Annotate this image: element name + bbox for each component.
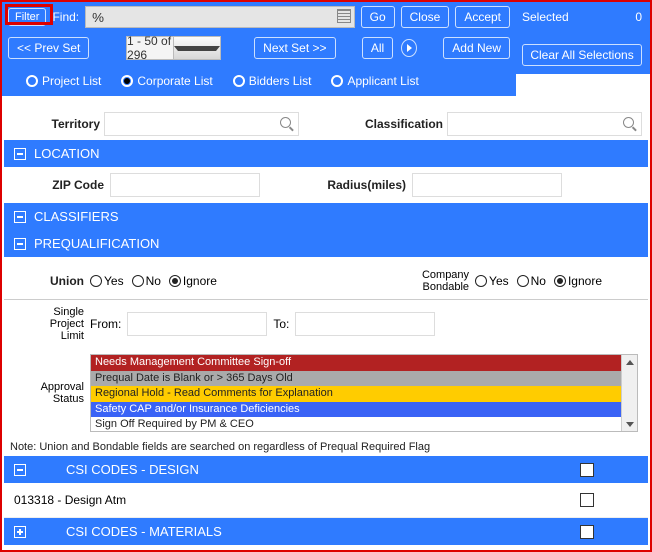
filter-button[interactable]: Filter	[8, 8, 46, 26]
csi-materials-checkbox[interactable]	[580, 525, 594, 539]
find-input[interactable]	[85, 6, 354, 28]
union-options: Yes No Ignore	[90, 274, 217, 288]
list-item[interactable]: Needs Management Committee Sign-off	[91, 355, 621, 371]
union-ignore[interactable]: Ignore	[169, 274, 217, 288]
find-label: Find:	[52, 10, 79, 24]
go-button[interactable]: Go	[361, 6, 395, 28]
chevron-down-icon	[173, 37, 220, 59]
to-label: To:	[273, 317, 289, 331]
collapse-icon	[14, 238, 26, 250]
section-location[interactable]: LOCATION	[4, 140, 648, 167]
radius-label: Radius(miles)	[266, 178, 406, 192]
bondable-ignore[interactable]: Ignore	[554, 274, 602, 288]
pager-dropdown[interactable]: 1 - 50 of 296	[126, 36, 221, 60]
search-icon[interactable]	[623, 117, 637, 131]
csi-row-checkbox[interactable]	[580, 493, 594, 507]
scroll-down-icon[interactable]	[622, 417, 637, 431]
union-label: Union	[14, 274, 84, 288]
spl-from-input[interactable]	[127, 312, 267, 336]
collapse-icon	[14, 148, 26, 160]
territory-input[interactable]	[104, 112, 299, 136]
expand-icon	[14, 526, 26, 538]
list-type-tabs: Project List Corporate List Bidders List…	[2, 68, 516, 96]
classification-input[interactable]	[447, 112, 642, 136]
list-item[interactable]: Safety CAP and/or Insurance Deficiencies	[91, 402, 621, 418]
collapse-icon	[14, 464, 26, 476]
search-icon[interactable]	[280, 117, 294, 131]
section-prequalification[interactable]: PREQUALIFICATION	[4, 230, 648, 257]
union-no[interactable]: No	[132, 274, 161, 288]
zip-label: ZIP Code	[14, 178, 104, 192]
add-new-button[interactable]: Add New	[443, 37, 510, 59]
classification-label: Classification	[303, 117, 443, 131]
section-csi-design[interactable]: CSI CODES - DESIGN	[4, 456, 648, 483]
from-label: From:	[90, 317, 121, 331]
selection-panel: Selected 0 Clear All Selections	[514, 2, 650, 74]
bondable-no[interactable]: No	[517, 274, 546, 288]
bondable-options: Yes No Ignore	[475, 274, 602, 288]
close-button[interactable]: Close	[401, 6, 450, 28]
union-yes[interactable]: Yes	[90, 274, 124, 288]
tab-corporate-list[interactable]: Corporate List	[121, 74, 212, 88]
zip-input[interactable]	[110, 173, 260, 197]
territory-label: Territory	[10, 117, 100, 131]
prev-set-button[interactable]: << Prev Set	[8, 37, 89, 59]
scroll-up-icon[interactable]	[622, 355, 637, 369]
play-icon[interactable]	[401, 39, 417, 57]
tab-project-list[interactable]: Project List	[26, 74, 101, 88]
spl-label: Single Project Limit	[14, 306, 84, 342]
all-button[interactable]: All	[362, 37, 393, 59]
list-item[interactable]: Sign Off Required by PM & CEO	[91, 417, 621, 431]
collapse-icon	[14, 211, 26, 223]
csi-design-checkbox[interactable]	[580, 463, 594, 477]
list-icon[interactable]	[337, 9, 351, 23]
tab-bidders-list[interactable]: Bidders List	[233, 74, 312, 88]
list-item[interactable]: Prequal Date is Blank or > 365 Days Old	[91, 371, 621, 387]
csi-code-label: 013318 - Design Atm	[14, 493, 580, 507]
csi-row: 013318 - Design Atm	[4, 483, 648, 518]
clear-selections-button[interactable]: Clear All Selections	[522, 44, 642, 66]
nav-toolbar: << Prev Set 1 - 50 of 296 Next Set >> Al…	[2, 32, 516, 68]
section-csi-materials[interactable]: CSI CODES - MATERIALS	[4, 518, 648, 545]
prequal-note: Note: Union and Bondable fields are sear…	[4, 438, 648, 456]
selected-label: Selected	[522, 10, 569, 24]
radius-input[interactable]	[412, 173, 562, 197]
list-item[interactable]: Regional Hold - Read Comments for Explan…	[91, 386, 621, 402]
tab-applicant-list[interactable]: Applicant List	[331, 74, 418, 88]
next-set-button[interactable]: Next Set >>	[254, 37, 335, 59]
spl-to-input[interactable]	[295, 312, 435, 336]
accept-button[interactable]: Accept	[455, 6, 510, 28]
approval-status-list[interactable]: Needs Management Committee Sign-off Preq…	[90, 354, 638, 432]
selected-count: 0	[635, 10, 642, 24]
company-bondable-label: Company Bondable	[409, 269, 469, 293]
list-scrollbar[interactable]	[621, 355, 637, 431]
filter-content: Territory Classification LOCATION ZIP Co…	[4, 108, 648, 548]
top-toolbar: Filter Find: Go Close Accept	[2, 2, 516, 32]
pager-label: 1 - 50 of 296	[127, 37, 173, 59]
bondable-yes[interactable]: Yes	[475, 274, 509, 288]
section-classifiers[interactable]: CLASSIFIERS	[4, 203, 648, 230]
approval-status-label: Approval Status	[14, 381, 84, 405]
